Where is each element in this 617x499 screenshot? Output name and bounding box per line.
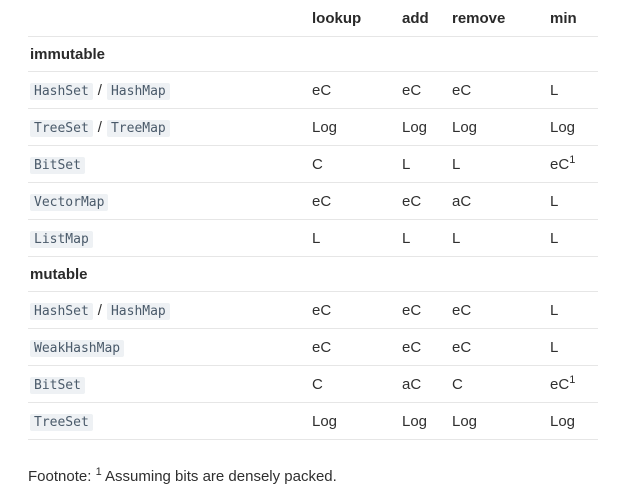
collection-name: VectorMap (30, 193, 109, 211)
collection-name: BitSet (30, 156, 85, 174)
remove-cell: Log (450, 108, 548, 146)
remove-cell: eC (450, 71, 548, 109)
collection-name-cell: ListMap (28, 219, 310, 257)
collection-name-cell: BitSet (28, 365, 310, 403)
remove-cell: Log (450, 402, 548, 440)
section-row: immutable (28, 36, 598, 72)
lookup-cell: Log (310, 108, 400, 146)
collection-name-cell: VectorMap (28, 182, 310, 220)
table-row: WeakHashMap eC eC eC L (28, 328, 598, 366)
min-cell: L (548, 328, 598, 366)
min-value: L (550, 338, 559, 356)
min-cell: eC1 (548, 145, 598, 183)
collection-name-cell: WeakHashMap (28, 328, 310, 366)
lookup-cell: eC (310, 182, 400, 220)
remove-cell: C (450, 365, 548, 403)
collection-name-cell: HashSet / HashMap (28, 291, 310, 329)
add-cell: eC (400, 328, 450, 366)
add-cell: L (400, 145, 450, 183)
collection-name: TreeSet (30, 119, 93, 137)
collection-name: TreeSet (30, 413, 93, 431)
collection-name: HashMap (106, 82, 170, 100)
remove-cell: L (450, 219, 548, 257)
min-value: eC (550, 155, 570, 173)
collection-name: HashMap (106, 302, 170, 320)
min-footnote-marker: 1 (569, 153, 576, 166)
min-value: L (550, 229, 559, 247)
add-cell: eC (400, 182, 450, 220)
table-row: BitSet C L LeC1 (28, 145, 598, 183)
header-add: add (400, 0, 450, 37)
remove-cell: aC (450, 182, 548, 220)
header-remove: remove (450, 0, 548, 37)
collection-name-cell: HashSet / HashMap (28, 71, 310, 109)
table-row: VectorMap eC eC aC L (28, 182, 598, 220)
table-row: BitSet CaC CeC1 (28, 365, 598, 403)
header-name (28, 0, 310, 37)
collection-name: WeakHashMap (30, 339, 125, 357)
lookup-cell: eC (310, 71, 400, 109)
lookup-cell: C (310, 365, 400, 403)
collection-name: HashSet (30, 302, 93, 320)
collection-name: HashSet (30, 82, 93, 100)
header-row: lookup add remove min (28, 0, 598, 37)
lookup-cell: C (310, 145, 400, 183)
collection-name: BitSet (30, 376, 85, 394)
collection-name-cell: BitSet (28, 145, 310, 183)
min-cell: Log (548, 402, 598, 440)
add-cell: eC (400, 71, 450, 109)
lookup-cell: eC (310, 291, 400, 329)
collection-name: TreeMap (106, 119, 170, 137)
min-value: L (550, 192, 559, 210)
remove-cell: eC (450, 291, 548, 329)
min-value: Log (550, 412, 576, 430)
min-cell: L (548, 219, 598, 257)
table-row: ListMap L L L L (28, 219, 598, 257)
table-row: TreeSet / TreeMap Log Log Log Log (28, 108, 598, 146)
header-min: min (548, 0, 598, 37)
table-row: HashSet / HashMap eC eC eC L (28, 71, 598, 109)
section-row: mutable (28, 256, 598, 292)
add-cell: L (400, 219, 450, 257)
footnote-marker: 1 (95, 466, 102, 478)
add-cell: eC (400, 291, 450, 329)
lookup-cell: eC (310, 328, 400, 366)
min-value: L (550, 81, 559, 99)
add-cell: Log (400, 402, 450, 440)
min-cell: Log (548, 108, 598, 146)
collection-name: ListMap (30, 230, 93, 248)
performance-table: lookup add remove min immutable HashSet / H… (28, 0, 598, 440)
collection-name-cell: TreeSet (28, 402, 310, 440)
lookup-cell: Log (310, 402, 400, 440)
footnote-label: Footnote: (28, 468, 92, 485)
add-cell: Log (400, 108, 450, 146)
min-footnote-marker: 1 (569, 373, 576, 386)
collection-name-cell: TreeSet / TreeMap (28, 108, 310, 146)
header-lookup: lookup (310, 0, 400, 37)
name-separator: / (97, 81, 102, 99)
min-value: Log (550, 118, 576, 136)
table-body: immutable HashSet / HashMap eC eC eC L TreeSet / T… (28, 36, 598, 440)
name-separator: / (97, 301, 102, 319)
table-row: TreeSet Log Log Log Log (28, 402, 598, 440)
min-cell: L (548, 291, 598, 329)
remove-cell: L (450, 145, 548, 183)
section-title: mutable (28, 256, 598, 292)
min-cell: eC1 (548, 365, 598, 403)
min-cell: L (548, 71, 598, 109)
section-title: immutable (28, 36, 598, 72)
footnote-text: Assuming bits are densely packed. (105, 468, 337, 485)
lookup-cell: L (310, 219, 400, 257)
name-separator: / (97, 118, 102, 136)
footnote: Footnote: 1 Assuming bits are densely pa… (28, 466, 337, 486)
min-value: L (550, 301, 559, 319)
remove-cell: eC (450, 328, 548, 366)
min-cell: L (548, 182, 598, 220)
table-row: HashSet / HashMap eC eC eC L (28, 291, 598, 329)
min-value: eC (550, 375, 570, 393)
add-cell: aC (400, 365, 450, 403)
